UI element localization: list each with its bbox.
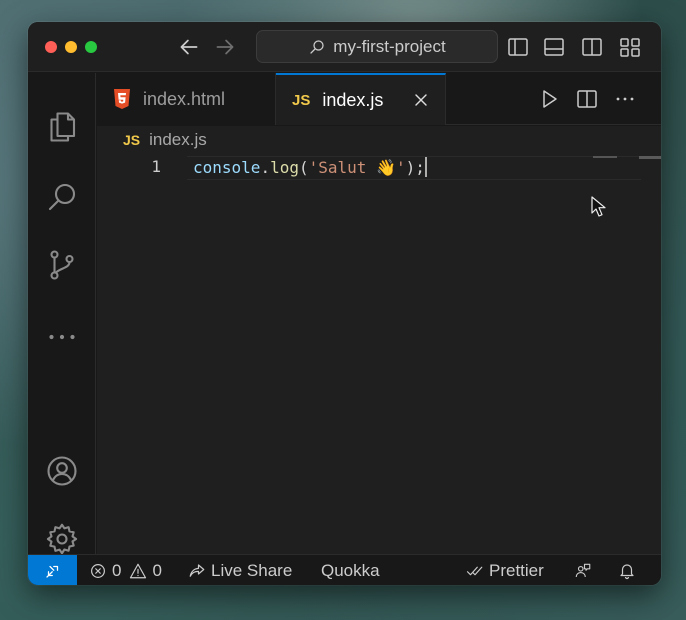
feedback-button[interactable]	[574, 555, 592, 585]
tab-label: index.html	[143, 88, 226, 109]
bell-icon	[620, 563, 634, 579]
tab-index-html[interactable]: index.html	[97, 73, 276, 125]
activity-bar	[28, 73, 96, 557]
editor-tab-bar: index.html JS index.js	[97, 73, 661, 125]
close-window-button[interactable]	[45, 41, 57, 53]
customize-layout-icon[interactable]	[618, 35, 642, 59]
vscode-window: my-first-project index.html JS index.js …	[28, 22, 661, 585]
arrow-right-icon[interactable]	[212, 34, 238, 60]
breadcrumb-file[interactable]: index.js	[149, 130, 207, 150]
more-actions-icon[interactable]	[613, 87, 637, 111]
command-center-search[interactable]: my-first-project	[256, 30, 498, 63]
remote-indicator-icon	[45, 565, 58, 578]
account-icon[interactable]	[44, 453, 80, 489]
overview-ruler[interactable]	[639, 156, 661, 159]
warning-icon	[130, 563, 147, 578]
problems-indicator[interactable]: 0 0	[89, 555, 162, 585]
search-icon[interactable]	[44, 179, 80, 215]
quokka-button[interactable]: Quokka	[321, 555, 380, 585]
code-token-object: console	[193, 158, 261, 177]
toggle-panel-icon[interactable]	[542, 35, 566, 59]
double-check-icon	[466, 566, 483, 575]
prettier-label: Prettier	[489, 560, 544, 580]
title-bar: my-first-project	[28, 22, 661, 72]
minimap[interactable]	[593, 156, 617, 158]
settings-gear-icon[interactable]	[44, 521, 80, 557]
code-line[interactable]: console.log('Salut 👋');	[193, 157, 427, 177]
split-editor-icon[interactable]	[575, 87, 599, 111]
close-icon[interactable]	[411, 90, 431, 110]
live-share-icon	[189, 563, 205, 577]
code-editor[interactable]: 1 console.log('Salut 👋');	[97, 154, 661, 554]
source-control-icon[interactable]	[44, 247, 80, 283]
status-bar: 0 0 Live Share Quokka Prettier	[28, 554, 661, 585]
more-icon[interactable]	[44, 319, 80, 355]
minimize-window-button[interactable]	[65, 41, 77, 53]
notifications-button[interactable]	[618, 555, 636, 585]
live-share-label: Live Share	[211, 560, 293, 580]
maximize-window-button[interactable]	[85, 41, 97, 53]
toggle-primary-sidebar-icon[interactable]	[506, 35, 530, 59]
code-token-dot: .	[260, 158, 271, 177]
live-share-button[interactable]: Live Share	[188, 555, 292, 585]
search-icon	[310, 39, 324, 54]
remote-indicator[interactable]	[28, 555, 77, 585]
warning-count: 0	[152, 560, 162, 580]
code-token-method: log	[270, 158, 299, 177]
breadcrumb[interactable]: JS index.js	[97, 126, 661, 154]
arrow-left-icon[interactable]	[176, 34, 202, 60]
quokka-label: Quokka	[321, 560, 380, 580]
tab-label: index.js	[322, 89, 384, 110]
line-number: 1	[151, 157, 161, 176]
prettier-button[interactable]: Prettier	[466, 555, 544, 585]
command-center-label: my-first-project	[333, 36, 446, 56]
error-icon	[91, 563, 105, 578]
js-file-icon: JS	[123, 132, 141, 148]
tab-index-js[interactable]: JS index.js	[276, 73, 446, 125]
html5-icon	[114, 89, 130, 109]
toggle-secondary-sidebar-icon[interactable]	[580, 35, 604, 59]
text-cursor	[424, 157, 427, 177]
mouse-pointer-icon	[591, 196, 606, 217]
error-count: 0	[112, 560, 122, 580]
code-token-close: );	[405, 158, 425, 177]
explorer-icon[interactable]	[44, 109, 80, 145]
code-token-open-paren: (	[298, 158, 309, 177]
code-token-string: 'Salut 👋'	[308, 158, 406, 177]
feedback-person-icon	[575, 563, 591, 577]
js-file-icon: JS	[292, 91, 311, 109]
run-icon[interactable]	[537, 87, 561, 111]
